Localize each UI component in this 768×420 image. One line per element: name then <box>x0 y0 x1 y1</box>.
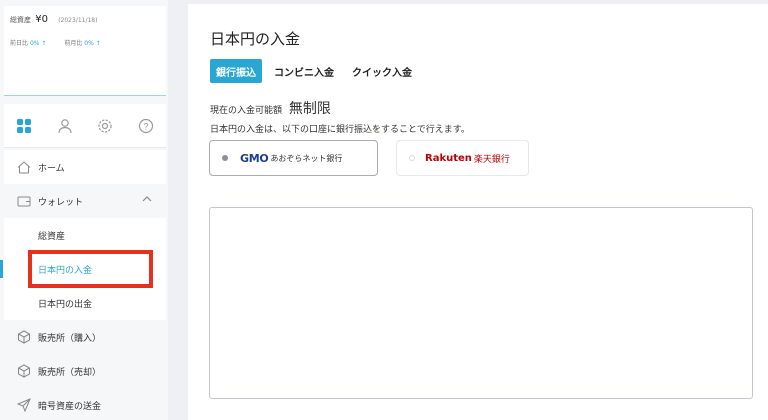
deposit-description: 日本円の入金は、以下の口座に銀行振込をすることで行えます。 <box>210 125 470 135</box>
svg-text:?: ? <box>143 121 148 131</box>
main-panel: 日本円の入金 銀行振込 コンビニ入金 クイック入金 現在の入金可能額 無制限 日… <box>188 4 768 420</box>
sidebar-item-label: 販売所（売却） <box>38 367 102 378</box>
sidebar-item-label: ホーム <box>38 163 65 174</box>
bank-option-gmo-aozora[interactable]: GMO あおぞらネット銀行 <box>209 140 378 176</box>
sidebar-item-label: 日本円の出金 <box>38 299 93 310</box>
chevron-up-icon[interactable] <box>142 195 152 206</box>
total-assets-label: 総資産 <box>10 16 31 24</box>
sidebar-item-home[interactable]: ホーム <box>4 150 166 184</box>
cube-icon <box>16 364 32 378</box>
summary-date: (2023/11/18) <box>58 17 98 24</box>
help-icon[interactable]: ? <box>135 115 157 137</box>
active-indicator <box>0 260 3 278</box>
page-title: 日本円の入金 <box>210 30 301 48</box>
sidebar-item-sell[interactable]: 販売所（売却） <box>4 354 166 388</box>
sidebar-item-wallet[interactable]: ウォレット <box>4 184 166 218</box>
sidebar-item-jpy-withdraw[interactable]: 日本円の出金 <box>4 286 166 320</box>
sidebar-item-jpy-deposit[interactable]: 日本円の入金 <box>0 252 166 286</box>
tab-bank-transfer[interactable]: 銀行振込 <box>210 59 262 83</box>
home-icon <box>16 160 32 174</box>
prev-month-label: 前月比 <box>64 40 83 47</box>
prev-month-pct: 0% ↑ <box>84 40 101 47</box>
bank-name: 楽天銀行 <box>473 154 510 165</box>
radio-dot-icon <box>222 155 228 161</box>
sidebar-item-buy[interactable]: 販売所（購入） <box>4 320 166 354</box>
sidebar-item-total-assets[interactable]: 総資産 <box>4 218 166 252</box>
wallet-icon <box>16 194 32 208</box>
sidebar-item-label: 総資産 <box>38 231 66 242</box>
user-icon[interactable] <box>54 115 76 137</box>
radio-dot-icon <box>409 155 415 161</box>
grid-icon[interactable] <box>13 115 35 137</box>
prev-day-label: 前日比 <box>10 40 29 47</box>
deposit-limit-label: 現在の入金可能額 <box>210 106 283 116</box>
deposit-limit: 現在の入金可能額 無制限 <box>210 98 331 118</box>
sidebar-nav: ホーム ウォレット 総資産 日本円の入金 日本円の出金 販売所（購入） 販売所（… <box>0 150 166 420</box>
sidebar-item-send-crypto[interactable]: 暗号資産の送金 <box>4 388 166 420</box>
sidebar-item-label: 日本円の入金 <box>38 265 93 276</box>
cube-icon <box>16 330 32 344</box>
sidebar-item-label: ウォレット <box>38 197 84 208</box>
sidebar-icon-tabs: ? <box>4 104 166 148</box>
sidebar-item-label: 暗号資産の送金 <box>38 401 102 412</box>
tab-convenience-store[interactable]: コンビニ入金 <box>268 59 340 83</box>
rakuten-logo: Rakuten <box>425 152 472 164</box>
tab-quick-deposit[interactable]: クイック入金 <box>346 59 418 83</box>
deposit-method-tabs: 銀行振込 コンビニ入金 クイック入金 <box>210 59 418 83</box>
bank-details-panel <box>209 207 753 399</box>
prev-day-pct: 0% ↑ <box>29 40 47 47</box>
deposit-limit-value: 無制限 <box>288 101 331 117</box>
sidebar-item-label: 販売所（購入） <box>38 333 102 344</box>
total-assets-amount: ¥0 <box>35 14 48 25</box>
bank-name: あおぞらネット銀行 <box>270 153 343 163</box>
sidebar: 総資産 ¥0 (2023/11/18) 前日比 0% ↑ 前月比 0% ↑ ? <box>0 0 168 420</box>
send-icon <box>16 398 32 412</box>
asset-summary: 総資産 ¥0 (2023/11/18) 前日比 0% ↑ 前月比 0% ↑ <box>4 6 166 96</box>
gear-icon[interactable] <box>94 115 116 137</box>
gmo-logo: GMO <box>240 151 269 165</box>
bank-option-rakuten[interactable]: Rakuten 楽天銀行 <box>396 140 529 176</box>
